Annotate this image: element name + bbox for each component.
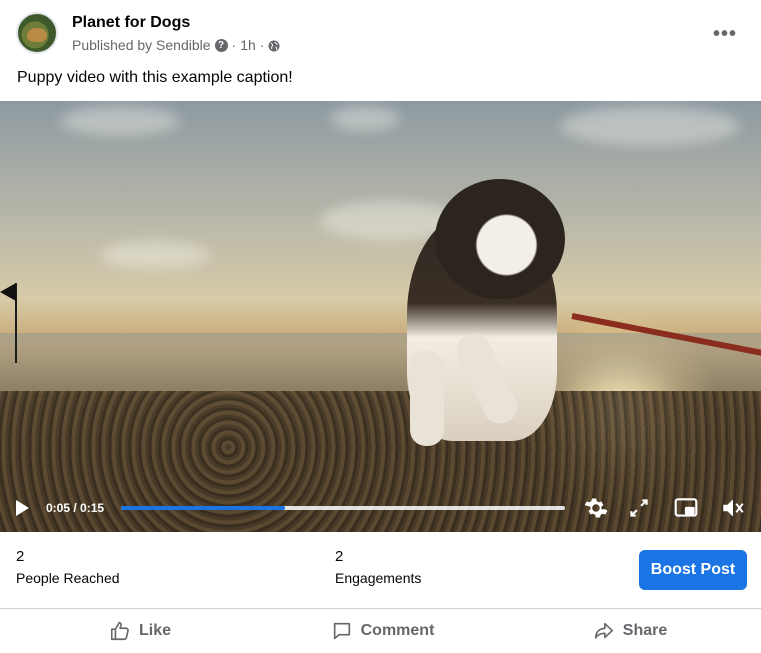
flag-icon bbox=[0, 283, 16, 301]
share-label: Share bbox=[622, 622, 668, 639]
page-avatar[interactable] bbox=[16, 12, 58, 54]
published-by-text: Published by Sendible bbox=[72, 37, 211, 53]
people-reached-label: People Reached bbox=[16, 570, 120, 586]
volume-icon[interactable] bbox=[720, 495, 746, 521]
question-icon[interactable]: ? bbox=[214, 38, 228, 52]
cloud-shape bbox=[60, 106, 180, 136]
share-icon bbox=[594, 622, 613, 639]
puppy-leg bbox=[410, 351, 444, 446]
like-label: Like bbox=[138, 622, 171, 639]
video-controls: 0:05 / 0:15 bbox=[0, 489, 761, 529]
post-caption: Puppy video with this example caption! bbox=[17, 69, 293, 86]
share-button[interactable]: Share bbox=[560, 609, 700, 653]
video-progress-fill bbox=[121, 506, 286, 510]
engagements-count: 2 bbox=[335, 548, 344, 565]
thumbs-up-icon bbox=[110, 621, 129, 641]
post-time[interactable]: 1h bbox=[240, 37, 256, 53]
fullscreen-icon[interactable] bbox=[626, 495, 652, 521]
page-name-link[interactable]: Planet for Dogs bbox=[72, 14, 190, 32]
like-button[interactable]: Like bbox=[60, 609, 220, 653]
people-reached-count: 2 bbox=[16, 548, 25, 565]
meta-separator-2: · bbox=[259, 37, 265, 53]
post-insights: 2 People Reached 2 Engagements Boost Pos… bbox=[0, 532, 761, 608]
sea bbox=[0, 333, 761, 393]
cloud-shape bbox=[100, 241, 210, 269]
comment-icon bbox=[333, 622, 350, 640]
settings-icon[interactable] bbox=[583, 495, 609, 521]
cloud-shape bbox=[330, 106, 400, 131]
video-player[interactable] bbox=[0, 101, 761, 532]
picture-in-picture-icon[interactable] bbox=[673, 495, 699, 521]
video-progress-bar[interactable] bbox=[121, 506, 565, 510]
facebook-post-card: Planet for Dogs Published by Sendible ? … bbox=[0, 0, 761, 653]
comment-label: Comment bbox=[360, 622, 435, 639]
engagements-label: Engagements bbox=[335, 570, 422, 586]
boost-post-button[interactable]: Boost Post bbox=[639, 550, 747, 590]
post-header: Planet for Dogs Published by Sendible ? … bbox=[0, 0, 761, 64]
play-icon[interactable] bbox=[16, 500, 29, 516]
post-meta: Published by Sendible ? · 1h · bbox=[72, 37, 280, 53]
meta-separator: · bbox=[231, 37, 237, 53]
video-time: 0:05 / 0:15 bbox=[46, 501, 105, 515]
comment-button[interactable]: Comment bbox=[300, 609, 465, 653]
post-actions: Like Comment Share bbox=[0, 609, 761, 653]
more-horizontal-icon: ••• bbox=[712, 23, 737, 45]
puppy-head bbox=[435, 179, 565, 299]
more-options-button[interactable]: ••• bbox=[705, 18, 745, 50]
cloud-shape bbox=[560, 106, 740, 146]
globe-icon bbox=[268, 39, 280, 52]
